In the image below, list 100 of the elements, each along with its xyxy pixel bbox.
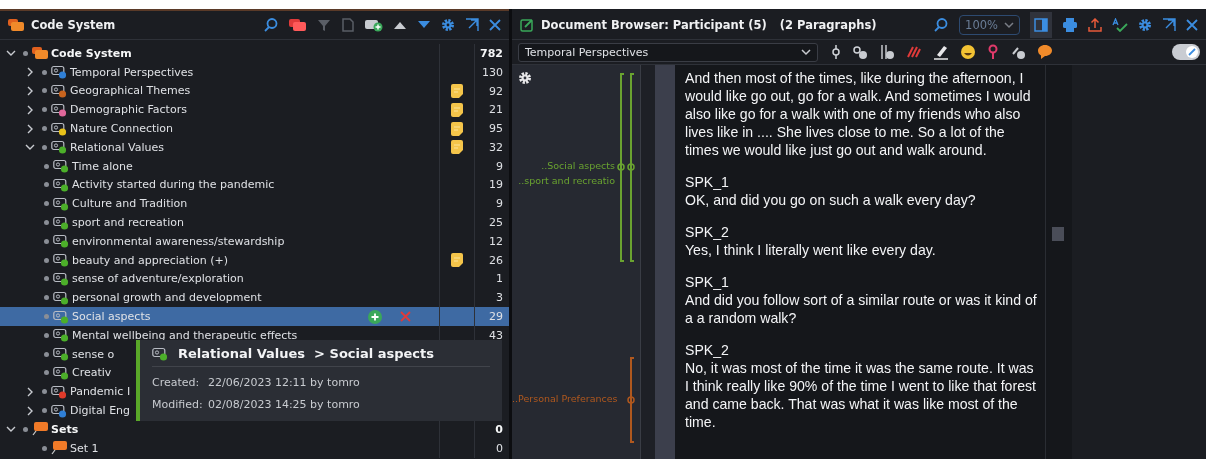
tree-row[interactable]: Set 1 0 [0,438,509,458]
expand-chevron-icon[interactable] [25,67,35,78]
coded-segments-count: 12 [489,234,503,248]
scrollbar-thumb[interactable] [1052,227,1064,241]
code-label: environmental awareness/stewardship [72,234,285,248]
code-system-icon [32,46,48,60]
filter-icon[interactable] [317,18,331,32]
code-icon [53,253,69,268]
memo-icon[interactable] [451,102,463,117]
code-icon [51,102,67,117]
settings-icon[interactable] [441,18,455,32]
edit-mode-toggle[interactable] [1172,44,1200,60]
export-icon[interactable] [1088,18,1102,32]
settings-icon[interactable] [1138,18,1152,32]
code-icon [51,84,67,98]
memo-icon[interactable] [451,253,463,268]
expand-chevron-icon[interactable] [25,123,35,134]
code-bracket[interactable] [620,72,624,262]
code-label: Relational Values [70,140,164,154]
pencil-icon [1187,47,1197,57]
activate-codes-icon[interactable] [289,18,307,32]
panel-title: Code System [31,18,116,32]
highlight-icon[interactable] [906,44,922,60]
code-icon [51,384,67,399]
code-icon [51,140,67,155]
search-icon[interactable] [933,17,950,33]
down-arrow-icon[interactable] [417,20,431,30]
close-icon[interactable] [1186,19,1198,31]
memo-icon[interactable] [451,84,463,98]
marker-icon[interactable] [933,44,949,60]
close-icon[interactable] [489,19,501,31]
speaker-label: SPK_1 [685,273,730,291]
print-icon[interactable] [1062,18,1078,32]
expand-chevron-icon[interactable] [25,104,35,115]
side-panel-toggle[interactable] [1030,12,1052,38]
coded-segments-count: 1 [496,272,503,286]
code-label: Set 1 [70,441,99,455]
code-bracket[interactable] [630,72,634,262]
tree-row[interactable]: Time alone 9 [0,156,509,176]
speaker-label: SPK_2 [685,341,730,359]
code-handle-icon[interactable] [627,395,635,404]
code-label: Nature Connection [70,122,174,136]
tree-row[interactable]: Social aspects 29 [0,307,509,326]
bullet-dot [23,50,28,56]
code-bracket[interactable] [630,356,634,444]
transcript-paragraph: And did you follow sort of a similar route or was it kind of a a random walk? [685,291,1037,327]
tree-row[interactable]: Geographical Themes 92 [0,81,509,101]
edit-document-icon [520,18,534,32]
memo-icon[interactable] [451,140,463,155]
created-label: Created: [152,376,201,389]
tree-row[interactable]: Temporal Perspectives 130 [0,62,509,82]
document-filter-icon[interactable] [341,18,355,32]
code-icon [152,346,168,361]
tree-row[interactable]: Activity started during the pandemic 19 [0,175,509,195]
new-code-icon[interactable] [365,18,383,32]
zoom-dropdown[interactable]: 100% [959,15,1020,35]
tree-row[interactable]: sense of adventure/exploration 1 [0,269,509,289]
expand-chevron-icon[interactable] [25,405,35,416]
caret-icon[interactable] [801,48,811,56]
tree-row[interactable]: Culture and Tradition 9 [0,194,509,214]
bullet-dot [44,276,49,282]
expand-chevron-icon[interactable] [25,86,35,96]
add-icon[interactable] [368,309,382,324]
tree-row[interactable]: sport and recreation 25 [0,213,509,232]
search-icon[interactable] [263,17,279,33]
code-pin-icon[interactable] [831,44,841,60]
expand-chevron-icon[interactable] [25,386,35,397]
bullet-dot [42,69,47,75]
spellcheck-icon[interactable] [1112,18,1128,32]
coded-segments-count: 9 [496,197,503,211]
undock-icon[interactable] [465,18,479,32]
coded-segments-count: 130 [482,65,503,79]
paragraph-count: (2 Paragraphs) [779,18,877,32]
code-add-icon[interactable] [879,44,895,60]
code-label: Pandemic I [70,385,131,399]
speaker-label: SPK_2 [685,223,730,241]
code-dropdown[interactable]: Temporal Perspectives [518,42,818,62]
pin-icon[interactable] [987,44,999,60]
tree-row[interactable]: Nature Connection 95 [0,119,509,138]
tree-row[interactable]: Relational Values 32 [0,138,509,157]
memo-icon[interactable] [451,121,463,136]
speaker-label: SPK_1 [685,173,730,191]
panel-layout-icon[interactable] [1034,18,1048,32]
code-label[interactable]: ..sport and recreatio [512,175,615,187]
undock-icon[interactable] [1162,18,1176,32]
code-label[interactable]: ..Social aspects [512,160,615,172]
up-arrow-icon[interactable] [393,20,407,30]
bullet-dot [44,238,49,244]
emoji-icon[interactable] [960,44,976,60]
code-add-icon[interactable] [852,44,868,60]
tree-row[interactable]: environmental awareness/stewardship 12 [0,231,509,251]
bullet-dot [42,107,47,113]
coded-segments-count: 0 [495,422,503,436]
tree-row[interactable]: beauty and appreciation (+) 26 [0,250,509,270]
tree-row[interactable]: Code System 782 [0,44,509,63]
code-label: Code System [51,46,132,60]
code-icon [51,65,67,80]
comment-icon[interactable] [1037,44,1053,60]
tree-row[interactable]: Demographic Factors 21 [0,100,509,120]
coded-segments-count: 95 [489,122,503,136]
